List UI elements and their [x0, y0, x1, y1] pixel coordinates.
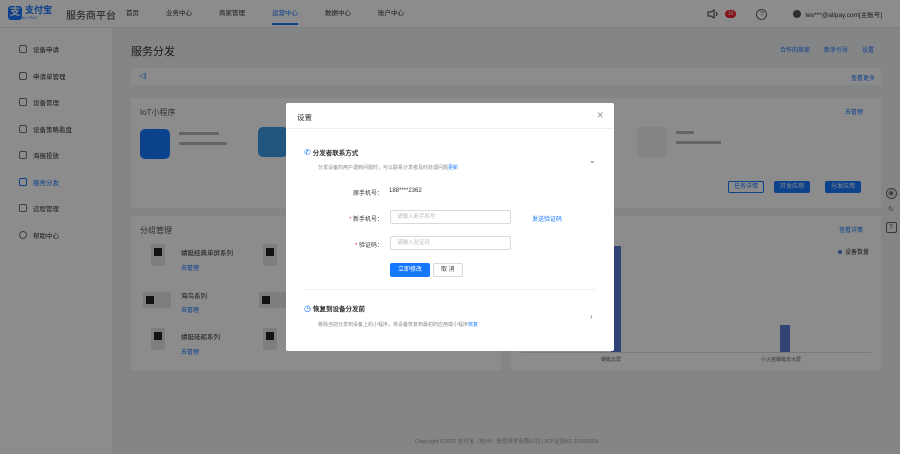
- restore-section-label: 恢复到设备分发前: [312, 306, 365, 313]
- contact-section-title[interactable]: ✆ 分发者联系方式: [304, 147, 359, 158]
- modal-header: 设置 ✕: [286, 103, 614, 129]
- chevron-down-icon[interactable]: ⌄: [589, 156, 596, 165]
- submit-change-button[interactable]: 立即修改: [390, 263, 431, 277]
- verification-code-input[interactable]: 请输入验证码: [390, 236, 511, 250]
- code-label-text: 验证码：: [358, 243, 383, 249]
- new-phone-label-text: 新手机号：: [352, 217, 383, 223]
- close-icon[interactable]: ✕: [596, 110, 604, 121]
- cancel-button[interactable]: 取 消: [433, 263, 463, 277]
- chevron-right-icon[interactable]: ›: [590, 312, 593, 321]
- code-label: * 验证码：: [313, 240, 383, 249]
- current-phone-value: 188****2362: [389, 188, 422, 194]
- restore-desc-text: 移除当前分发到设备上的小程序，将设备恢复到最初的应用或小程序: [318, 322, 469, 328]
- new-phone-input[interactable]: 请输入新手机号: [390, 210, 511, 224]
- current-phone-label: 原手机号：: [352, 191, 383, 197]
- send-code-link[interactable]: 发送验证码: [532, 214, 562, 223]
- settings-modal: 设置 ✕ ✆ 分发者联系方式 分发设备的用户遇到问题时，可以联系分发者及时处理问…: [286, 103, 614, 351]
- contact-desc-text: 分发设备的用户遇到问题时，可以联系分发者及时处理问题: [318, 165, 449, 171]
- contact-section-desc: 分发设备的用户遇到问题时，可以联系分发者及时处理问题更新: [318, 164, 458, 171]
- clock-icon: ◷: [304, 303, 311, 313]
- new-phone-label: * 新手机号：: [313, 214, 383, 223]
- phone-icon: ✆: [304, 147, 311, 157]
- restore-section-desc: 移除当前分发到设备上的小程序，将设备恢复到最初的应用或小程序恢复: [318, 321, 478, 328]
- contact-update-link[interactable]: 更新: [448, 165, 458, 171]
- contact-section-label: 分发者联系方式: [312, 150, 359, 157]
- section-divider: [304, 289, 596, 290]
- restore-section-title[interactable]: ◷ 恢复到设备分发前: [304, 303, 365, 314]
- modal-title: 设置: [297, 113, 312, 122]
- restore-link[interactable]: 恢复: [468, 322, 478, 328]
